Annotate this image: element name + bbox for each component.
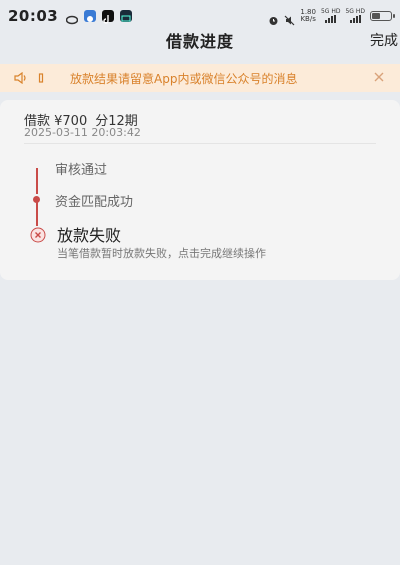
notice-text: 放款结果请留意App内或微信公众号的消息: [70, 71, 298, 86]
mute-icon: [284, 11, 295, 25]
net-speed-unit: KB/s: [300, 15, 316, 23]
timeline-step-approved: 审核通过: [55, 163, 108, 178]
failure-x-icon: [30, 227, 46, 243]
failure-description: 当笔借款暂时放款失败，点击完成继续操作: [57, 247, 266, 260]
timeline-connector: [36, 200, 38, 226]
cloud-app-icon: [66, 10, 79, 25]
status-indicators: 1.80 KB/s 5G HD 5G HD: [268, 9, 395, 25]
alarm-icon: [268, 11, 279, 25]
signal-bars-icon: [325, 15, 337, 23]
close-icon[interactable]: [372, 70, 386, 84]
tv-app-icon: [120, 10, 133, 22]
signal-1: 5G HD: [321, 9, 340, 23]
timeline-step-failed: 放款失败: [57, 226, 122, 245]
status-time: 20:03: [8, 7, 59, 25]
timeline-dot: [33, 196, 40, 203]
nav-bar: 借款进度 完成: [0, 28, 400, 52]
timeline-connector: [36, 168, 38, 194]
scroll-marker-icon: [38, 69, 44, 88]
divider: [24, 143, 376, 144]
tiktok-app-icon: [102, 10, 115, 24]
notice-banner: 放款结果请留意App内或微信公众号的消息: [0, 64, 400, 92]
chat-app-icon: [84, 10, 97, 22]
page-title: 借款进度: [165, 32, 234, 51]
network-speed: 1.80 KB/s: [300, 9, 316, 23]
notice-icons: [14, 69, 44, 88]
loan-date: 2025-03-11 20:03:42: [24, 126, 141, 139]
battery-icon: [370, 11, 395, 21]
signal-bars-icon: [349, 15, 361, 23]
status-app-icons: [66, 10, 133, 25]
signal-2: 5G HD: [345, 9, 365, 23]
loan-progress-card: 借款 ¥700 分12期 2025-03-11 20:03:42 审核通过 资金匹…: [0, 100, 400, 280]
speaker-icon: [14, 69, 28, 88]
timeline-step-funds-matched: 资金匹配成功: [55, 195, 134, 210]
done-button[interactable]: 完成: [370, 30, 398, 50]
